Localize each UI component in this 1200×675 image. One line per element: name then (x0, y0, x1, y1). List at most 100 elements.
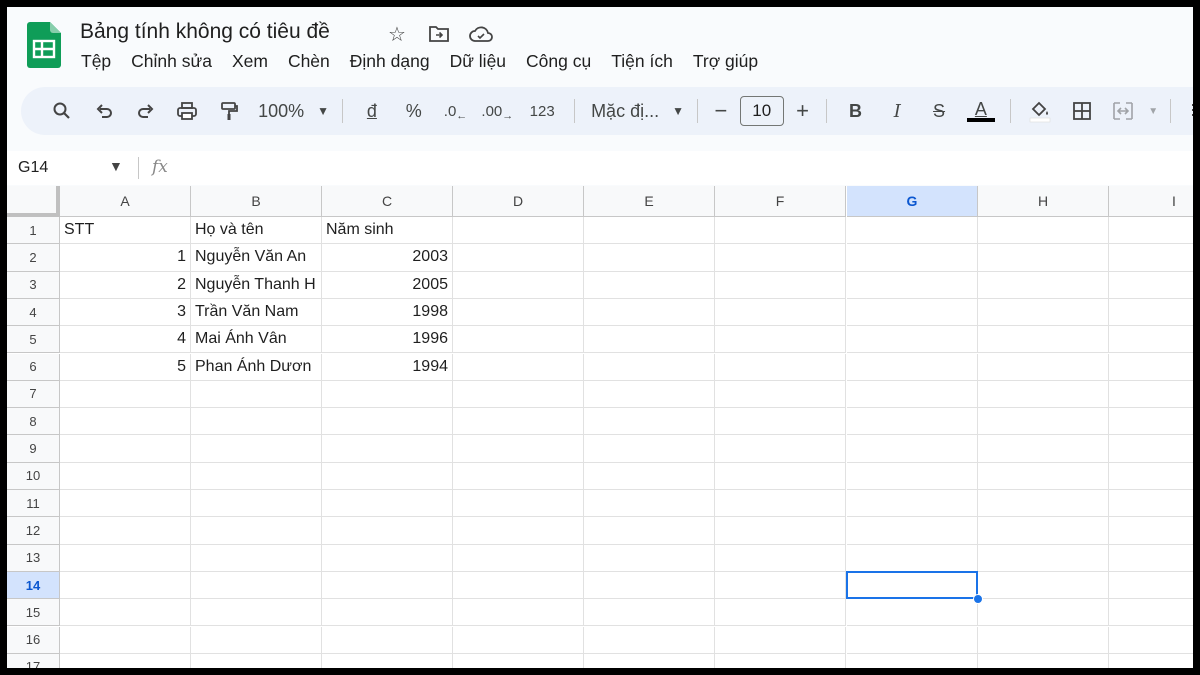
cell-d5[interactable] (453, 326, 584, 354)
print-icon[interactable] (166, 95, 208, 127)
cell-c5[interactable]: 1996 (322, 326, 453, 354)
cell-e17[interactable] (584, 653, 715, 668)
name-box[interactable]: G14 (18, 159, 48, 177)
cell-i4[interactable] (1109, 299, 1193, 327)
cell-e16[interactable] (584, 626, 715, 654)
cell-d8[interactable] (453, 408, 584, 436)
cell-c17[interactable] (322, 653, 453, 668)
cell-a13[interactable] (60, 544, 191, 572)
row-header-16[interactable]: 16 (7, 626, 60, 654)
increase-font-size-button[interactable]: + (788, 95, 818, 127)
column-header-f[interactable]: F (715, 186, 846, 217)
cell-i13[interactable] (1109, 545, 1193, 572)
cell-h4[interactable] (978, 298, 1109, 327)
cell-i2[interactable] (1109, 244, 1193, 272)
cloud-saved-icon[interactable] (467, 21, 495, 47)
row-header-15[interactable]: 15 (7, 599, 60, 627)
move-folder-icon[interactable] (425, 21, 453, 47)
cell-d2[interactable] (453, 244, 584, 272)
cell-c3[interactable]: 2005 (322, 271, 453, 299)
cell-h14[interactable] (978, 571, 1109, 600)
cell-d7[interactable] (453, 380, 584, 409)
cell-i3[interactable] (1109, 272, 1193, 299)
cell-i6[interactable] (1109, 354, 1193, 381)
cell-a15[interactable] (60, 599, 191, 627)
cell-g5[interactable] (847, 326, 978, 354)
cell-f11[interactable] (715, 490, 846, 518)
paint-format-icon[interactable] (208, 95, 250, 127)
menu-extensions[interactable]: Tiện ích (601, 51, 683, 72)
italic-button[interactable]: I (876, 95, 918, 127)
cell-c14[interactable] (322, 571, 453, 600)
column-header-c[interactable]: C (322, 186, 453, 217)
cell-g11[interactable] (847, 490, 978, 518)
cell-g8[interactable] (847, 408, 978, 436)
cell-f6[interactable] (715, 353, 846, 381)
cell-i9[interactable] (1109, 435, 1193, 463)
cell-f1[interactable] (715, 217, 846, 245)
cell-d11[interactable] (453, 490, 584, 518)
cell-b13[interactable] (191, 544, 322, 572)
cell-c12[interactable] (322, 517, 453, 545)
column-header-h[interactable]: H (978, 186, 1109, 217)
cell-h16[interactable] (978, 626, 1109, 654)
cell-b3[interactable]: Nguyễn Thanh H (191, 271, 322, 299)
cell-c10[interactable] (322, 462, 453, 490)
cell-e13[interactable] (584, 544, 715, 572)
borders-icon[interactable] (1061, 95, 1103, 127)
cell-b17[interactable] (191, 653, 322, 668)
cell-h1[interactable] (978, 217, 1109, 245)
cell-e3[interactable] (584, 271, 715, 299)
cell-a4[interactable]: 3 (60, 298, 191, 327)
column-header-i[interactable]: I (1109, 186, 1193, 217)
percent-format-button[interactable]: % (393, 95, 435, 127)
cell-a3[interactable]: 2 (60, 271, 191, 299)
cell-f12[interactable] (715, 517, 846, 545)
cell-h8[interactable] (978, 408, 1109, 436)
cell-d3[interactable] (453, 271, 584, 299)
cell-c2[interactable]: 2003 (322, 244, 453, 272)
cell-e4[interactable] (584, 298, 715, 327)
cell-i5[interactable] (1109, 326, 1193, 354)
cell-g9[interactable] (847, 435, 978, 463)
align-icon[interactable] (1179, 95, 1193, 127)
star-icon[interactable]: ☆ (383, 21, 411, 47)
cell-h6[interactable] (978, 353, 1109, 381)
cell-d14[interactable] (453, 571, 584, 600)
sheets-logo-icon[interactable] (27, 22, 61, 68)
row-header-14[interactable]: 14 (7, 571, 60, 600)
menu-view[interactable]: Xem (222, 51, 278, 72)
cell-a2[interactable]: 1 (60, 244, 191, 272)
select-all-corner[interactable] (7, 186, 60, 217)
cell-g7[interactable] (847, 380, 978, 409)
cell-g14[interactable] (847, 571, 978, 600)
row-header-6[interactable]: 6 (7, 353, 60, 381)
strikethrough-button[interactable]: S (918, 95, 960, 127)
cell-e10[interactable] (584, 462, 715, 490)
cell-d6[interactable] (453, 353, 584, 381)
cell-c4[interactable]: 1998 (322, 298, 453, 327)
cell-e15[interactable] (584, 599, 715, 627)
cell-a12[interactable] (60, 517, 191, 545)
row-header-4[interactable]: 4 (7, 298, 60, 327)
cell-b14[interactable] (191, 571, 322, 600)
cell-e14[interactable] (584, 571, 715, 600)
cell-i12[interactable] (1109, 517, 1193, 545)
column-header-b[interactable]: B (191, 186, 322, 217)
row-header-12[interactable]: 12 (7, 517, 60, 545)
cell-f13[interactable] (715, 544, 846, 572)
cell-h10[interactable] (978, 462, 1109, 490)
column-header-e[interactable]: E (584, 186, 715, 217)
cell-b7[interactable] (191, 380, 322, 409)
cell-b15[interactable] (191, 599, 322, 627)
chevron-down-icon[interactable]: ▼ (109, 158, 123, 174)
cell-a17[interactable] (60, 653, 191, 668)
menu-data[interactable]: Dữ liệu (440, 51, 516, 72)
cell-h12[interactable] (978, 517, 1109, 545)
cell-f5[interactable] (715, 326, 846, 354)
cell-i11[interactable] (1109, 490, 1193, 518)
text-color-button[interactable]: A (960, 95, 1002, 127)
row-header-3[interactable]: 3 (7, 271, 60, 299)
cell-g13[interactable] (847, 544, 978, 572)
menu-help[interactable]: Trợ giúp (683, 51, 768, 72)
